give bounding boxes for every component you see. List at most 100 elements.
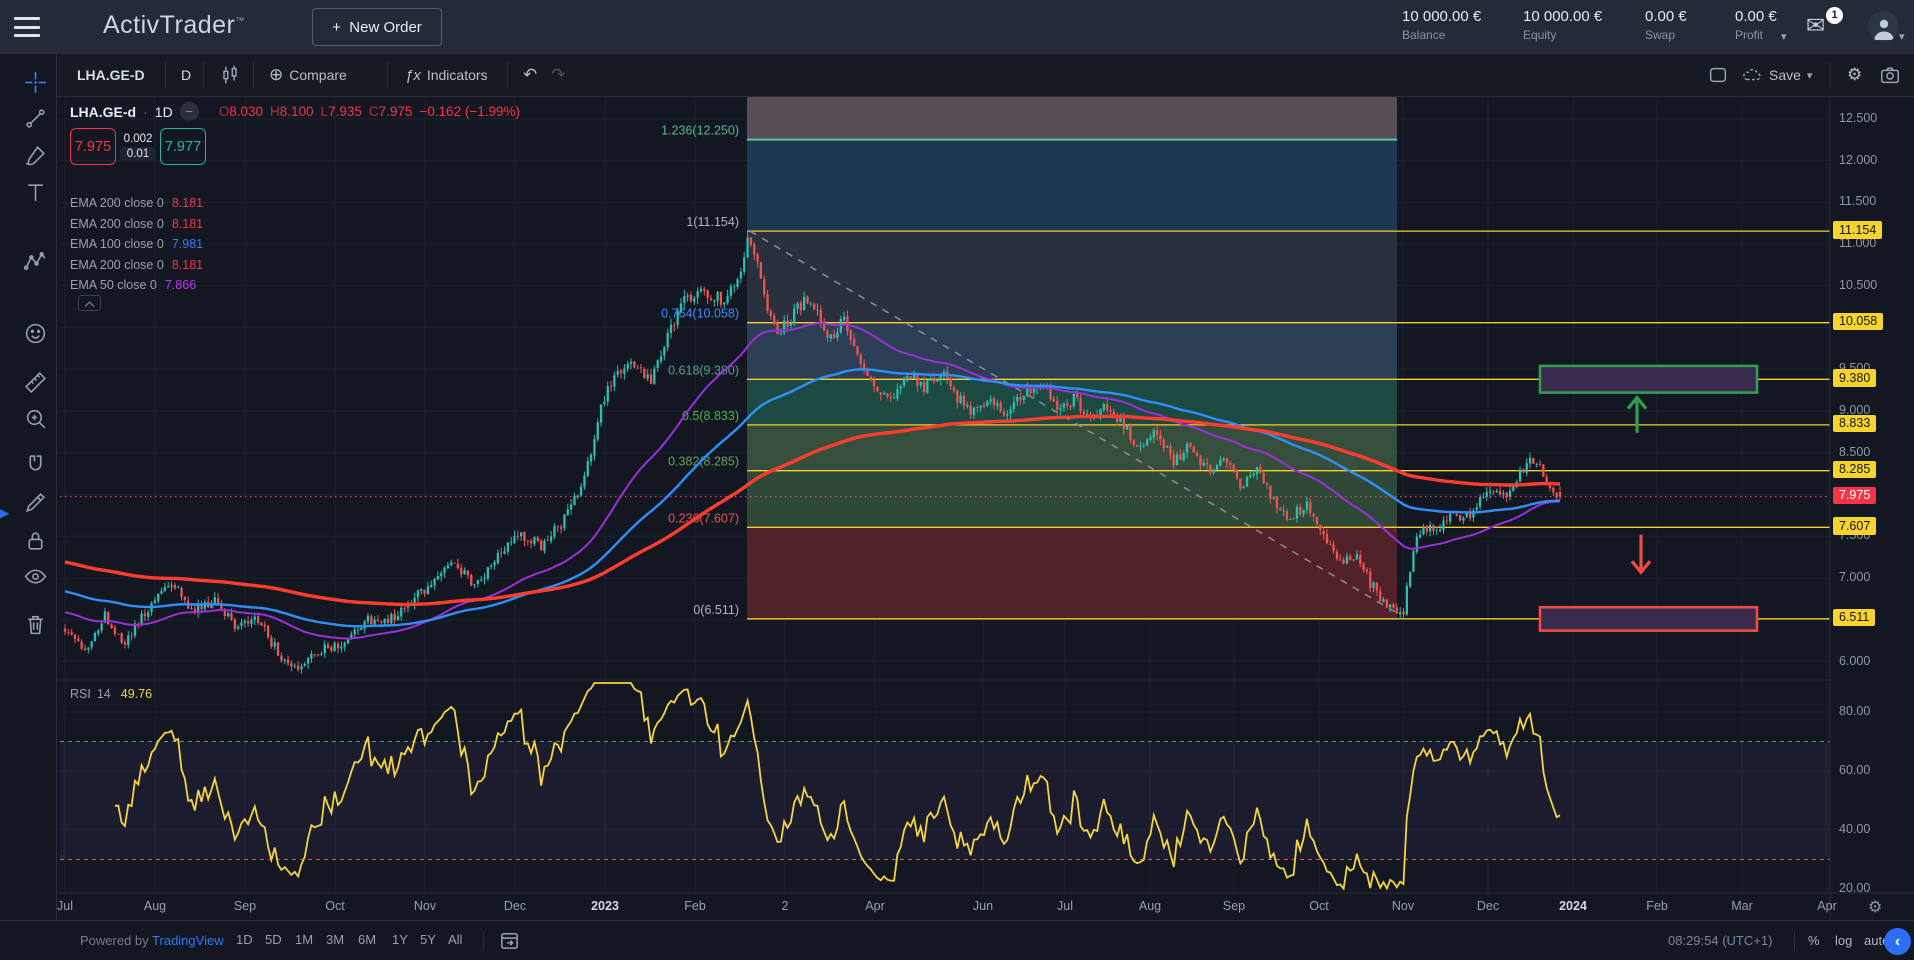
range-3m-button[interactable]: 3M [320,930,350,949]
range-5y-button[interactable]: 5Y [414,930,442,949]
go-to-date-icon [498,929,521,952]
price-tick: 12.500 [1839,111,1877,125]
hide-tool[interactable] [22,563,49,590]
emoji-tool[interactable] [22,320,49,347]
zoom-in-tool[interactable] [22,405,49,432]
time-axis[interactable]: JulAugSepOctNovDec2023Feb2AprJunJulAugSe… [57,893,1830,920]
chart-toolbar: LHA.GE-D D ⊕ Compare ƒx Indicators ↶ ↷ S… [57,54,1914,97]
save-layout-button[interactable]: Save ▾ [1741,54,1812,96]
layout-icon [1707,64,1729,86]
magnet-tool[interactable] [22,452,49,479]
text-icon [23,180,48,205]
undo-button[interactable]: ↶ [523,54,537,96]
price-axis[interactable]: 12.50012.00011.50011.00010.5009.5009.000… [1831,97,1914,920]
time-label: Feb [1646,899,1668,913]
time-label: Apr [1817,899,1836,913]
redo-button[interactable]: ↷ [551,54,565,96]
chart-canvas[interactable]: 1.236(12.250)1(11.154)0.764(10.058)0.618… [0,0,1914,960]
price-tick: 12.000 [1839,153,1877,167]
indicator-legend-row[interactable]: EMA 100 close 07.981 [70,237,203,257]
percent-scale-button[interactable]: % [1808,933,1820,948]
layout-button[interactable] [1707,54,1729,96]
fx-icon: ƒx [405,67,421,84]
spread-display: 0.002 0.01 [116,133,160,161]
range-6m-button[interactable]: 6M [352,930,382,949]
time-label: Aug [1139,899,1161,913]
legend-collapse-button[interactable] [78,295,101,311]
range-all-button[interactable]: All [442,930,468,949]
log-scale-button[interactable]: log [1835,933,1852,948]
screenshot-button[interactable] [1879,54,1901,96]
range-5d-button[interactable]: 5D [259,930,288,949]
plus-circle-icon: ⊕ [269,65,283,85]
axis-settings-gear-icon[interactable]: ⚙ [1868,897,1882,917]
cloud-icon [1741,64,1763,86]
lock-tool[interactable] [22,527,49,554]
compare-button[interactable]: ⊕ Compare [269,54,347,96]
powered-by[interactable]: Powered by TradingView [80,933,224,948]
collapse-panel-button[interactable]: ‹ [1884,928,1911,955]
profit-dropdown-icon[interactable]: ▾ [1781,30,1787,43]
up-arrow[interactable] [1628,398,1646,433]
fib-price-label: 6.511 [1833,609,1875,627]
symbol-button[interactable]: LHA.GE-D [77,54,145,96]
mail-icon[interactable]: ✉ [1806,12,1825,39]
brush-tool[interactable] [22,142,49,169]
time-label: 2024 [1559,899,1587,913]
target-box-lower[interactable] [1540,607,1757,630]
chevron-down-icon: ▾ [1807,69,1813,82]
range-1y-button[interactable]: 1Y [386,930,414,949]
panel-expand-icon[interactable]: ▶ [0,506,9,520]
lock-icon [23,528,48,553]
fib-price-label: 8.833 [1833,415,1876,433]
indicators-button[interactable]: ƒx Indicators [405,54,488,96]
indicator-legend-row[interactable]: EMA 200 close 08.181 [70,258,203,278]
legend-symbol[interactable]: LHA.GE-d [70,104,136,120]
time-label: Oct [1309,899,1328,913]
fib-retracement[interactable] [747,97,1397,619]
emoji-icon [23,321,48,346]
target-box-upper[interactable] [1540,366,1757,393]
mail-badge: 1 [1826,7,1843,24]
new-order-button[interactable]: + New Order [312,8,442,46]
crosshair-icon [23,70,48,95]
time-label: Dec [1477,899,1499,913]
menu-icon[interactable] [14,17,40,37]
trendline-tool[interactable] [22,105,49,132]
symbol-legend-row: LHA.GE-d · 1D − O8.030H8.100L7.935C7.975… [70,102,520,121]
spread-value: 0.002 [124,133,153,145]
range-1d-button[interactable]: 1D [230,930,259,949]
svg-text:0.618(9.380): 0.618(9.380) [668,363,739,377]
avatar-dropdown-icon[interactable]: ▾ [1899,30,1905,43]
rsi-collapse-icon[interactable]: « [59,849,66,863]
chart-style-button[interactable] [219,54,241,96]
indicator-legend-row[interactable]: EMA 200 close 08.181 [70,217,203,237]
drawing-toolbar [0,54,57,920]
sell-button[interactable]: 7.975 [70,128,116,165]
delete-tool[interactable] [22,611,49,638]
crosshair-tool[interactable] [22,69,49,96]
text-tool[interactable] [22,179,49,206]
chart-settings-button[interactable]: ⚙ [1847,54,1862,96]
time-label: Oct [325,899,344,913]
draw-tool[interactable] [22,489,49,516]
time-label: Feb [684,899,706,913]
time-label: Jul [57,899,73,913]
buy-button[interactable]: 7.977 [160,128,206,165]
rsi-value: 49.76 [121,687,152,701]
svg-text:0.764(10.058): 0.764(10.058) [661,307,739,321]
hide-icon [23,564,48,589]
pattern-tool[interactable] [22,248,49,275]
rsi-tick: 60.00 [1839,763,1870,777]
interval-button[interactable]: D [181,54,191,96]
time-label: Jun [973,899,993,913]
down-arrow[interactable] [1632,535,1650,573]
measure-tool[interactable] [22,369,49,396]
indicator-legend-row[interactable]: EMA 200 close 08.181 [70,196,203,216]
go-to-date-button[interactable] [498,929,521,952]
avatar[interactable] [1868,11,1899,42]
legend-hide-button[interactable]: − [180,102,199,121]
rsi-legend[interactable]: RSI1449.76 [70,687,152,701]
svg-text:0.382(8.285): 0.382(8.285) [668,455,739,469]
range-1m-button[interactable]: 1M [289,930,319,949]
